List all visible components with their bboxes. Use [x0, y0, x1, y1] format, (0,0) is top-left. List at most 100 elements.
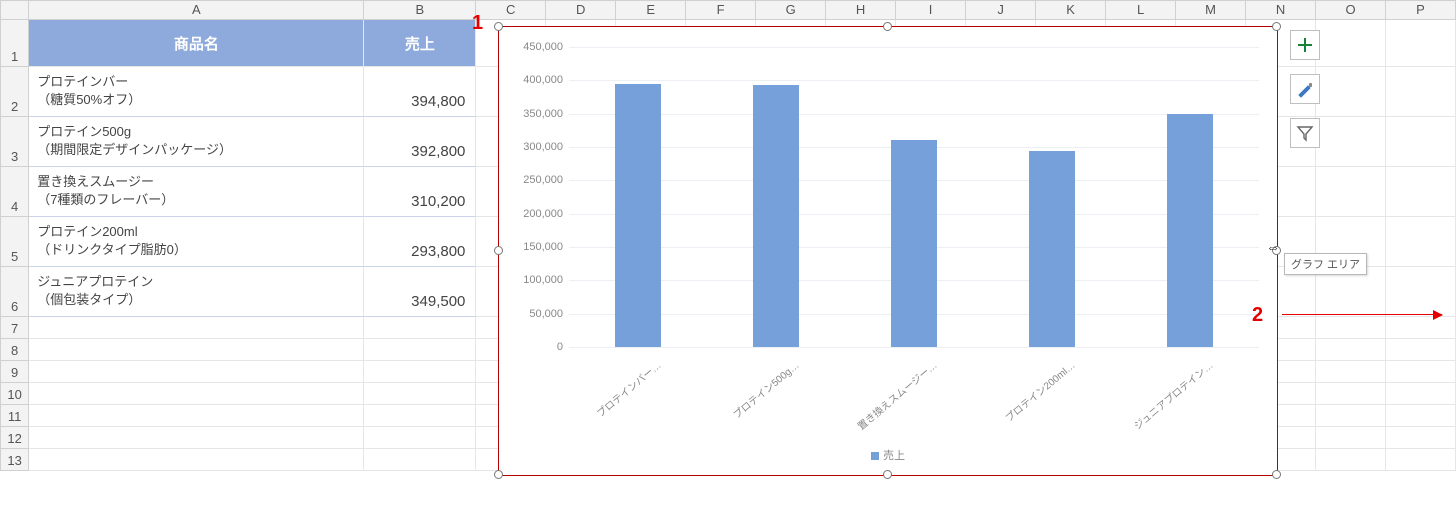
col-header-K[interactable]: K	[1036, 0, 1106, 20]
cell-O4[interactable]	[1316, 167, 1386, 217]
chart-bar[interactable]	[753, 85, 799, 347]
chart-elements-button[interactable]	[1290, 30, 1320, 60]
table-row-name[interactable]: プロテインバー （糖質50%オフ）	[29, 67, 364, 117]
table-row-name[interactable]: ジュニアプロテイン （個包装タイプ）	[29, 267, 364, 317]
row-header-9[interactable]: 9	[0, 361, 29, 383]
table-row-name[interactable]: プロテイン500g （期間限定デザインパッケージ）	[29, 117, 364, 167]
chart-resize-handle[interactable]	[494, 470, 503, 479]
cell-O13[interactable]	[1316, 449, 1386, 471]
cell-P1[interactable]	[1386, 20, 1456, 67]
chart-resize-handle[interactable]	[494, 246, 503, 255]
cell-A11[interactable]	[29, 405, 364, 427]
cell-B8[interactable]	[364, 339, 476, 361]
table-header-name[interactable]: 商品名	[29, 20, 364, 67]
chart-bar[interactable]	[1029, 151, 1075, 347]
cell-O8[interactable]	[1316, 339, 1386, 361]
cell-B9[interactable]	[364, 361, 476, 383]
cell-P13[interactable]	[1386, 449, 1456, 471]
col-header-M[interactable]: M	[1176, 0, 1246, 20]
chart-resize-handle[interactable]	[883, 22, 892, 31]
y-axis-tick: 350,000	[523, 108, 563, 120]
cell-P2[interactable]	[1386, 67, 1456, 117]
cell-O10[interactable]	[1316, 383, 1386, 405]
col-header-F[interactable]: F	[686, 0, 756, 20]
chart-resize-handle[interactable]	[1272, 22, 1281, 31]
cell-A13[interactable]	[29, 449, 364, 471]
table-row-sales[interactable]: 394,800	[364, 67, 476, 117]
row-header-3[interactable]: 3	[0, 117, 29, 167]
col-header-E[interactable]: E	[616, 0, 686, 20]
row-header-6[interactable]: 6	[0, 267, 29, 317]
row-header-4[interactable]: 4	[0, 167, 29, 217]
chart-resize-handle[interactable]	[494, 22, 503, 31]
col-header-G[interactable]: G	[756, 0, 826, 20]
col-header-C[interactable]: C	[476, 0, 546, 20]
row-header-13[interactable]: 13	[0, 449, 29, 471]
chart-resize-handle[interactable]	[1272, 470, 1281, 479]
cell-O3[interactable]	[1316, 117, 1386, 167]
col-header-I[interactable]: I	[896, 0, 966, 20]
row-header-12[interactable]: 12	[0, 427, 29, 449]
col-header-D[interactable]: D	[546, 0, 616, 20]
row-header-7[interactable]: 7	[0, 317, 29, 339]
row-header-5[interactable]: 5	[0, 217, 29, 267]
cell-A8[interactable]	[29, 339, 364, 361]
col-header-P[interactable]: P	[1386, 0, 1456, 20]
table-row-sales[interactable]: 392,800	[364, 117, 476, 167]
col-header-N[interactable]: N	[1246, 0, 1316, 20]
cell-P12[interactable]	[1386, 427, 1456, 449]
chart-bar[interactable]	[891, 140, 937, 347]
cell-P6[interactable]	[1386, 267, 1456, 317]
row-header-11[interactable]: 11	[0, 405, 29, 427]
table-row-sales[interactable]: 293,800	[364, 217, 476, 267]
cell-P5[interactable]	[1386, 217, 1456, 267]
row-header-10[interactable]: 10	[0, 383, 29, 405]
col-header-H[interactable]: H	[826, 0, 896, 20]
col-header-O[interactable]: O	[1316, 0, 1386, 20]
cell-O11[interactable]	[1316, 405, 1386, 427]
cell-A7[interactable]	[29, 317, 364, 339]
row-header-8[interactable]: 8	[0, 339, 29, 361]
select-all-corner[interactable]	[0, 0, 29, 20]
cell-P4[interactable]	[1386, 167, 1456, 217]
row-header-2[interactable]: 2	[0, 67, 29, 117]
row-header-1[interactable]: 1	[0, 20, 29, 67]
table-row-sales[interactable]: 310,200	[364, 167, 476, 217]
cell-P3[interactable]	[1386, 117, 1456, 167]
table-header-sales[interactable]: 売上	[364, 20, 476, 67]
chart-bar[interactable]	[615, 84, 661, 347]
chart-bar[interactable]	[1167, 114, 1213, 347]
chart-filters-button[interactable]	[1290, 118, 1320, 148]
chart-styles-button[interactable]	[1290, 74, 1320, 104]
cell-P11[interactable]	[1386, 405, 1456, 427]
product-name: ジュニアプロテイン （個包装タイプ）	[29, 267, 363, 314]
cell-P8[interactable]	[1386, 339, 1456, 361]
cell-O12[interactable]	[1316, 427, 1386, 449]
table-row-sales[interactable]: 349,500	[364, 267, 476, 317]
chart-area[interactable]: 050,000100,000150,000200,000250,000300,0…	[498, 26, 1278, 476]
cell-A10[interactable]	[29, 383, 364, 405]
col-header-L[interactable]: L	[1106, 0, 1176, 20]
cell-P7[interactable]	[1386, 317, 1456, 339]
table-row-name[interactable]: プロテイン200ml （ドリンクタイプ脂肪0）	[29, 217, 364, 267]
cell-O7[interactable]	[1316, 317, 1386, 339]
cell-B12[interactable]	[364, 427, 476, 449]
col-header-B[interactable]: B	[364, 0, 476, 20]
chart-resize-handle[interactable]	[883, 470, 892, 479]
cell-B10[interactable]	[364, 383, 476, 405]
cell-O1[interactable]	[1316, 20, 1386, 67]
cell-B7[interactable]	[364, 317, 476, 339]
cell-B11[interactable]	[364, 405, 476, 427]
table-row-name[interactable]: 置き換えスムージー （7種類のフレーバー）	[29, 167, 364, 217]
cell-O9[interactable]	[1316, 361, 1386, 383]
col-header-A[interactable]: A	[29, 0, 364, 20]
cell-A9[interactable]	[29, 361, 364, 383]
cell-A12[interactable]	[29, 427, 364, 449]
cell-B13[interactable]	[364, 449, 476, 471]
cell-O2[interactable]	[1316, 67, 1386, 117]
col-header-J[interactable]: J	[966, 0, 1036, 20]
cell-P9[interactable]	[1386, 361, 1456, 383]
cell-P10[interactable]	[1386, 383, 1456, 405]
plot-area[interactable]: 050,000100,000150,000200,000250,000300,0…	[569, 47, 1259, 347]
chart-legend[interactable]: 売上	[871, 447, 905, 463]
